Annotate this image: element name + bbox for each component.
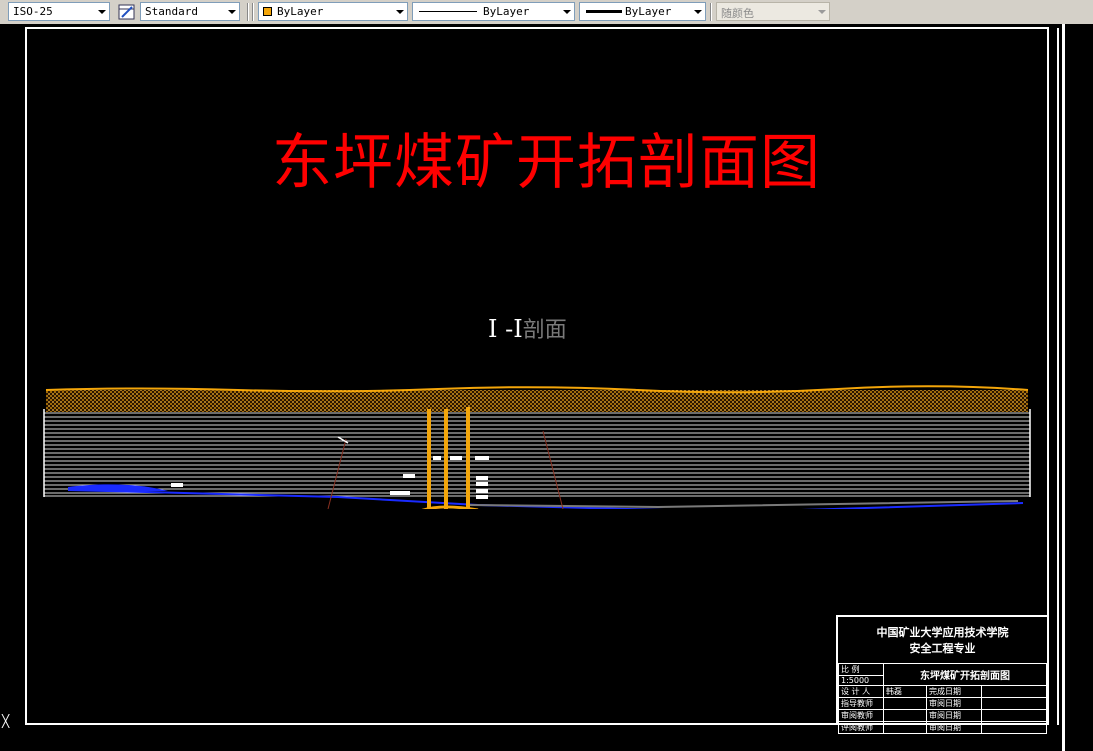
school-line2: 安全工程专业 [909, 642, 976, 655]
row-name: 韩磊 [883, 685, 927, 698]
drawing-name-cell: 东坪煤矿开拓剖面图 [883, 663, 1047, 686]
table-style-value: Standard [145, 5, 198, 18]
color-dropdown[interactable]: ByLayer [258, 2, 408, 21]
linetype-dropdown[interactable]: ByLayer [412, 2, 575, 21]
row-name [883, 709, 927, 722]
title-block: 中国矿业大学应用技术学院 安全工程专业 比 例 东坪煤矿开拓剖面图 1:5000… [836, 615, 1049, 734]
row-date-label: 审阅日期 [926, 721, 982, 734]
table-style-icon[interactable] [118, 3, 136, 21]
auxiliary-shaft [444, 409, 448, 509]
toolbar-separator [252, 3, 254, 21]
lineweight-dropdown[interactable]: ByLayer [579, 2, 706, 21]
section-label-suffix: 剖面 [522, 318, 567, 343]
row-name [883, 721, 927, 734]
table-style-dropdown[interactable]: Standard [140, 2, 240, 21]
chevron-down-icon [98, 10, 106, 14]
row-label: 审阅教师 [838, 709, 884, 722]
drawing-canvas[interactable]: 东坪煤矿开拓剖面图 I -I剖面 中国矿业大学应用技术学院 安全工程专业 比 例… [0, 24, 1093, 751]
row-date-value [981, 721, 1047, 734]
stratum-lines [44, 412, 1030, 497]
row-date-label: 审阅日期 [926, 697, 982, 710]
row-label: 评阅教师 [838, 721, 884, 734]
section-label-roman: I -I [488, 315, 523, 343]
row-date-label: 完成日期 [926, 685, 982, 698]
color-swatch-icon [263, 7, 272, 16]
properties-toolbar: ISO-25 Standard ByLayer ByLayer ByLayer … [0, 0, 1093, 25]
plot-style-value: 随颜色 [721, 7, 754, 20]
geological-section [43, 385, 1031, 509]
row-date-value [981, 709, 1047, 722]
drawing-title: 东坪煤矿开拓剖面图 [272, 128, 821, 198]
row-date-label: 审阅日期 [926, 709, 982, 722]
scale-label: 比 例 [838, 663, 884, 676]
dim-style-dropdown[interactable]: ISO-25 [8, 2, 110, 21]
row-label: 指导教师 [838, 697, 884, 710]
lineweight-value: ByLayer [625, 5, 672, 18]
dim-style-value: ISO-25 [13, 5, 53, 18]
toolbar-separator [247, 3, 249, 21]
row-label: 设 计 人 [838, 685, 884, 698]
ventilation-shaft [466, 407, 470, 509]
school-name: 中国矿业大学应用技术学院 安全工程专业 [838, 625, 1047, 657]
thin-line-sample-icon [419, 11, 477, 12]
section-label: I -I剖面 [488, 312, 567, 344]
chevron-down-icon [694, 10, 702, 14]
school-line1: 中国矿业大学应用技术学院 [876, 626, 1009, 639]
row-date-value [981, 685, 1047, 698]
linetype-value: ByLayer [483, 5, 530, 18]
title-block-table: 比 例 东坪煤矿开拓剖面图 1:5000 设 计 人 韩磊 完成日期 指导教师 … [838, 663, 1047, 734]
row-date-value [981, 697, 1047, 710]
row-name [883, 697, 927, 710]
chevron-down-icon [228, 10, 236, 14]
chevron-down-icon [396, 10, 404, 14]
toolbar-separator [710, 3, 712, 21]
main-shaft [427, 409, 431, 509]
scale-value: 1:5000 [838, 675, 884, 686]
color-value: ByLayer [277, 5, 324, 18]
ucs-icon: ╳ [2, 714, 10, 728]
plot-style-dropdown[interactable]: 随颜色 [716, 2, 830, 21]
thick-line-sample-icon [586, 10, 622, 13]
chevron-down-icon [818, 10, 826, 14]
chevron-down-icon [563, 10, 571, 14]
